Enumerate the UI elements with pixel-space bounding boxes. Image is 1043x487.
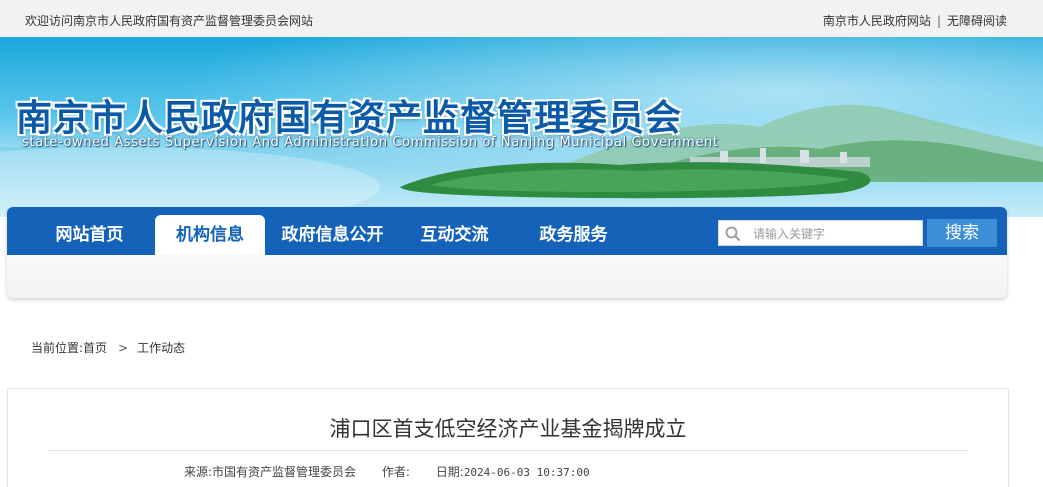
header-banner: 南京市人民政府国有资产监督管理委员会 state-owned Assets Su… — [0, 37, 1043, 217]
article-title: 浦口区首支低空经济产业基金揭牌成立 — [329, 417, 687, 441]
nav-panel: 网站首页 机构信息 政府信息公开 互动交流 政务服务 搜索 — [7, 207, 1007, 298]
title-divider — [48, 450, 968, 451]
article-author: 作者: — [382, 465, 410, 479]
site-title-english: state-owned Assets Supervision And Admin… — [22, 135, 719, 150]
welcome-text: 欢迎访问南京市人民政府国有资产监督管理委员会网站 — [25, 14, 314, 28]
source-value: 市国有资产监督管理委员会 — [212, 465, 357, 479]
nav-item-home[interactable]: 网站首页 — [37, 215, 142, 255]
main-nav: 网站首页 机构信息 政府信息公开 互动交流 政务服务 搜索 — [7, 207, 1007, 255]
nav-item-interaction[interactable]: 互动交流 — [402, 215, 507, 255]
top-bar: 欢迎访问南京市人民政府国有资产监督管理委员会网站 南京市人民政府网站 | 无障碍阅读 — [0, 0, 1043, 37]
top-links: 南京市人民政府网站 | 无障碍阅读 — [823, 12, 1007, 29]
accessible-reading-link[interactable]: 无障碍阅读 — [947, 14, 1007, 28]
article-date: 日期:2024-06-03 10:37:00 — [436, 465, 590, 479]
link-separator: | — [936, 14, 941, 28]
article-card: 浦口区首支低空经济产业基金揭牌成立 来源:市国有资产监督管理委员会 作者: 日期… — [7, 388, 1009, 487]
search-icon — [725, 226, 741, 242]
gov-site-link[interactable]: 南京市人民政府网站 — [823, 14, 931, 28]
breadcrumb-home-link[interactable]: 首页 — [83, 341, 107, 355]
author-label: 作者: — [381, 465, 410, 479]
breadcrumb: 当前位置:首页 > 工作动态 — [31, 339, 185, 356]
article-meta: 来源:市国有资产监督管理委员会 作者: 日期:2024-06-03 10:37:… — [184, 463, 612, 480]
breadcrumb-prefix: 当前位置: — [31, 341, 84, 355]
search-input[interactable] — [753, 224, 918, 244]
site-title: 南京市人民政府国有资产监督管理委员会 — [16, 98, 683, 139]
date-label: 日期: — [435, 465, 464, 479]
search-box — [718, 220, 923, 246]
nav-item-organization[interactable]: 机构信息 — [155, 215, 265, 255]
source-label: 来源: — [184, 465, 213, 479]
search-button[interactable]: 搜索 — [927, 219, 997, 247]
date-value: 2024-06-03 10:37:00 — [463, 466, 590, 479]
nav-item-services[interactable]: 政务服务 — [521, 215, 626, 255]
article-source: 来源:市国有资产监督管理委员会 — [184, 465, 356, 479]
breadcrumb-chevron-icon: > — [118, 341, 129, 355]
breadcrumb-current-link[interactable]: 工作动态 — [137, 341, 185, 355]
nav-item-gov-info[interactable]: 政府信息公开 — [270, 215, 395, 255]
